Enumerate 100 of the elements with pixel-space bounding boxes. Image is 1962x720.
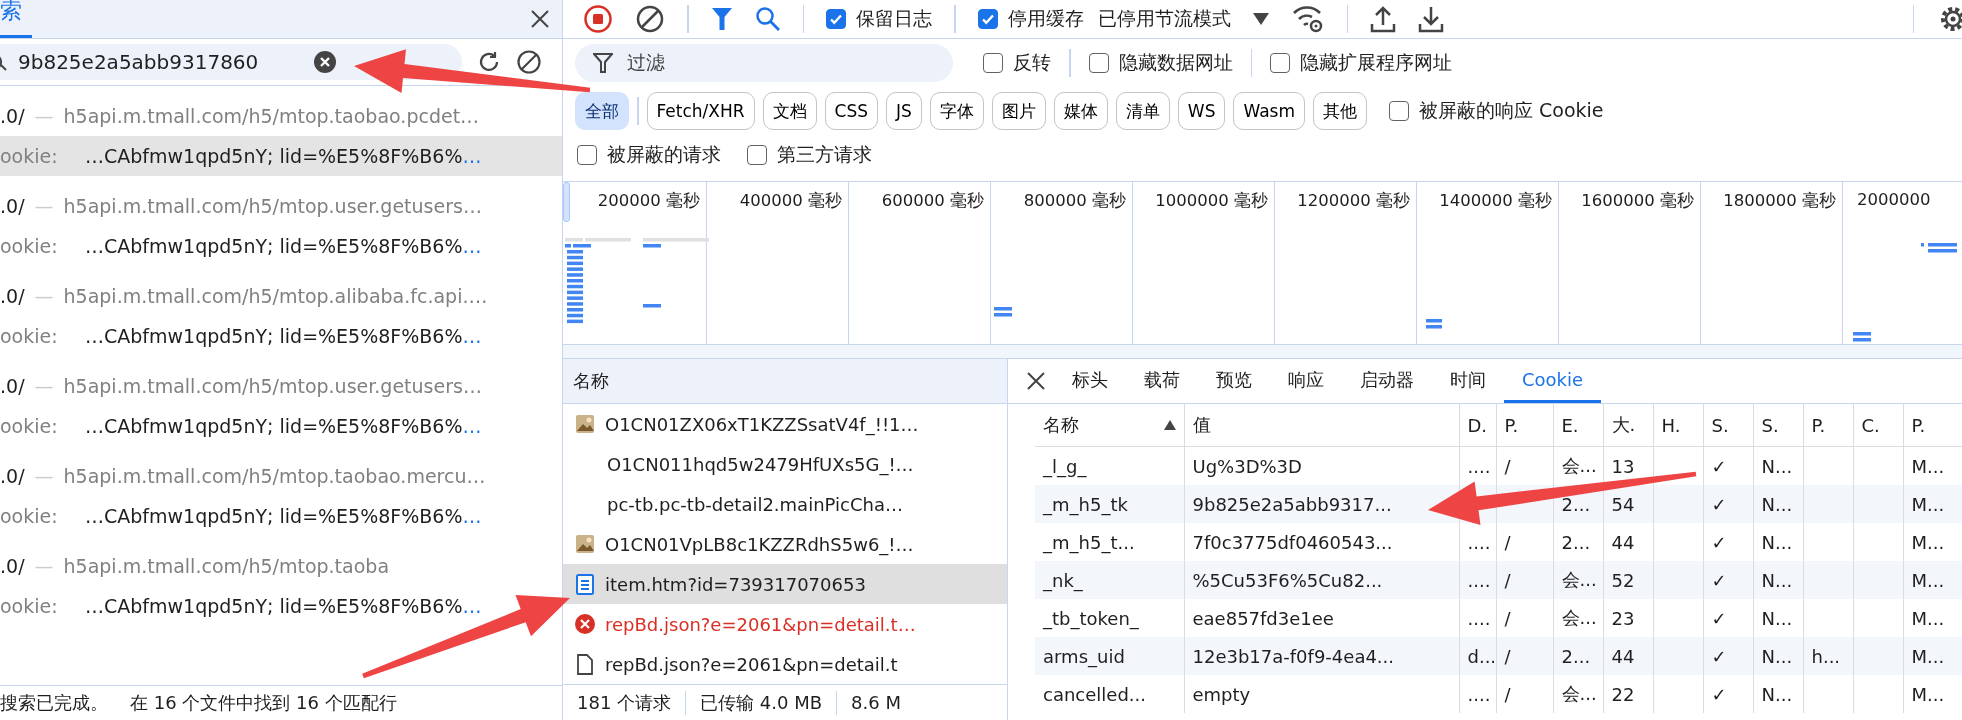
column-header[interactable]: C. <box>1853 404 1903 447</box>
column-header[interactable]: 名称 <box>1035 404 1184 447</box>
more-link[interactable]: … <box>462 235 482 257</box>
detail-tab[interactable]: 响应 <box>1270 359 1342 403</box>
detail-tab[interactable]: 启动器 <box>1342 359 1432 403</box>
detail-tab[interactable]: 标头 <box>1054 359 1126 403</box>
more-link[interactable]: … <box>462 505 482 527</box>
column-header[interactable]: H. <box>1653 404 1703 447</box>
time-tick: 600000 毫秒 <box>849 182 991 344</box>
checkbox[interactable] <box>983 53 1003 73</box>
filter-field[interactable]: 过滤 <box>575 44 953 82</box>
request-row[interactable]: O1CN011hqd5w2479HfUXs5G_!… <box>563 444 1007 484</box>
search-match[interactable]: ookie: …CAbfmw1qpd5nY; lid=%E5%8F%B6%… <box>0 586 562 626</box>
panel-tab[interactable]: 索 <box>0 0 32 38</box>
column-header[interactable]: 值 <box>1184 404 1459 447</box>
checkbox-label: 被屏蔽的响应 Cookie <box>1419 98 1604 123</box>
table-cell: / <box>1496 637 1553 675</box>
search-match[interactable]: ookie: …CAbfmw1qpd5nY; lid=%E5%8F%B6%… <box>0 226 562 266</box>
filter-chip[interactable]: Fetch/XHR <box>646 92 755 130</box>
column-header[interactable]: 大. <box>1603 404 1653 447</box>
filter-chip[interactable]: 文档 <box>762 92 817 130</box>
document-icon <box>575 573 595 595</box>
request-row[interactable]: repBd.json?e=2061&pn=detail.t <box>563 644 1007 684</box>
checkbox[interactable] <box>1389 101 1409 121</box>
error-icon <box>575 613 595 635</box>
request-row[interactable]: pc-tb.pc-tb-detail2.mainPicCha… <box>563 484 1007 524</box>
search-match[interactable]: ookie: …CAbfmw1qpd5nY; lid=%E5%8F%B6%… <box>0 316 562 356</box>
table-cell: .... <box>1459 561 1496 599</box>
filter-chip[interactable]: 字体 <box>929 92 984 130</box>
checkbox[interactable] <box>1088 53 1109 73</box>
more-link[interactable]: … <box>462 145 482 167</box>
file-name: .0/ <box>0 465 25 487</box>
request-row[interactable]: item.htm?id=739317070653 <box>563 564 1007 604</box>
dropdown-caret-icon[interactable] <box>1252 13 1269 25</box>
request-row[interactable]: O1CN01ZX06xT1KZZSsatV4f_!!1… <box>563 404 1007 444</box>
filter-chip[interactable]: 清单 <box>1115 92 1170 130</box>
table-cell: / <box>1496 561 1553 599</box>
time-tick: 1600000 毫秒 <box>1559 182 1701 344</box>
filter-chip[interactable]: 其他 <box>1313 92 1367 130</box>
filter-chip[interactable]: CSS <box>824 92 879 130</box>
search-query: 9b825e2a5abb9317860 <box>18 50 260 74</box>
checkbox[interactable] <box>1270 53 1290 73</box>
table-cell: ✓ <box>1703 675 1753 713</box>
file-name: .0/ <box>0 285 25 307</box>
checkbox[interactable] <box>826 9 846 29</box>
search-icon[interactable] <box>754 6 781 32</box>
more-link[interactable]: … <box>462 595 482 617</box>
filter-chip[interactable]: 全部 <box>575 92 629 130</box>
download-icon[interactable] <box>1418 5 1444 33</box>
search-field[interactable]: 9b825e2a5abb9317860 <box>0 44 462 80</box>
checkbox[interactable] <box>577 145 597 165</box>
filter-chip[interactable]: 媒体 <box>1053 92 1108 130</box>
clear-icon[interactable] <box>313 50 337 74</box>
filter-chip[interactable]: JS <box>886 92 922 130</box>
clear-icon[interactable] <box>516 49 542 75</box>
throttling-dropdown[interactable]: 已停用节流模式 <box>1097 6 1231 32</box>
request-row[interactable]: repBd.json?e=2061&pn=detail.t… <box>563 604 1007 644</box>
time-tick: 1000000 毫秒 <box>1133 182 1275 344</box>
checkbox[interactable] <box>977 9 998 29</box>
column-header[interactable]: D. <box>1459 404 1496 447</box>
clear-icon[interactable] <box>635 4 665 34</box>
column-header[interactable]: P. <box>1496 404 1553 447</box>
range-handle[interactable] <box>563 182 570 222</box>
request-url[interactable]: h5api.m.tmall.com/h5/mtop.taoba <box>63 555 390 577</box>
table-cell: 2... <box>1553 637 1603 675</box>
filter-chip[interactable]: Wasm <box>1233 92 1305 130</box>
request-row[interactable]: O1CN01VpLB8c1KZZRdhS5w6_!… <box>563 524 1007 564</box>
column-header[interactable]: P. <box>1803 404 1853 447</box>
filter-icon[interactable] <box>710 6 733 32</box>
request-url[interactable]: h5api.m.tmall.com/h5/mtop.user.getusers… <box>63 375 482 397</box>
column-header[interactable]: E. <box>1553 404 1603 447</box>
record-icon[interactable] <box>583 4 613 34</box>
wifi-settings-icon[interactable] <box>1290 4 1325 34</box>
detail-tab[interactable]: 预览 <box>1198 359 1270 403</box>
search-match[interactable]: ookie: …CAbfmw1qpd5nY; lid=%E5%8F%B6%… <box>0 136 562 176</box>
request-url[interactable]: h5api.m.tmall.com/h5/mtop.taobao.pcdet… <box>63 105 480 127</box>
filter-chip[interactable]: WS <box>1177 92 1226 130</box>
detail-tab[interactable]: Cookie <box>1504 359 1602 403</box>
more-link[interactable]: … <box>462 415 482 437</box>
upload-icon[interactable] <box>1370 5 1396 33</box>
filter-icon <box>593 52 613 74</box>
column-header[interactable]: S. <box>1753 404 1803 447</box>
column-header[interactable]: S. <box>1703 404 1753 447</box>
search-match[interactable]: ookie: …CAbfmw1qpd5nY; lid=%E5%8F%B6%… <box>0 406 562 446</box>
checkbox[interactable] <box>747 145 767 165</box>
filter-chip[interactable]: 图片 <box>991 92 1046 130</box>
more-link[interactable]: … <box>462 325 482 347</box>
detail-tab[interactable]: 时间 <box>1432 359 1504 403</box>
request-url[interactable]: h5api.m.tmall.com/h5/mtop.user.getusers… <box>63 195 482 217</box>
table-cell: 会... <box>1553 561 1603 599</box>
overview-scrollbar[interactable] <box>563 345 1962 359</box>
table-cell: M... <box>1903 485 1962 523</box>
close-icon[interactable] <box>1026 371 1046 391</box>
column-header[interactable]: P. <box>1903 404 1962 447</box>
close-icon[interactable] <box>530 9 550 29</box>
search-match[interactable]: ookie: …CAbfmw1qpd5nY; lid=%E5%8F%B6%… <box>0 496 562 536</box>
column-header[interactable]: 名称 <box>563 359 1007 404</box>
detail-tab[interactable]: 载荷 <box>1126 359 1198 403</box>
request-url[interactable]: h5api.m.tmall.com/h5/mtop.taobao.mercu… <box>63 465 486 487</box>
request-url[interactable]: h5api.m.tmall.com/h5/mtop.alibaba.fc.api.… <box>63 285 488 307</box>
